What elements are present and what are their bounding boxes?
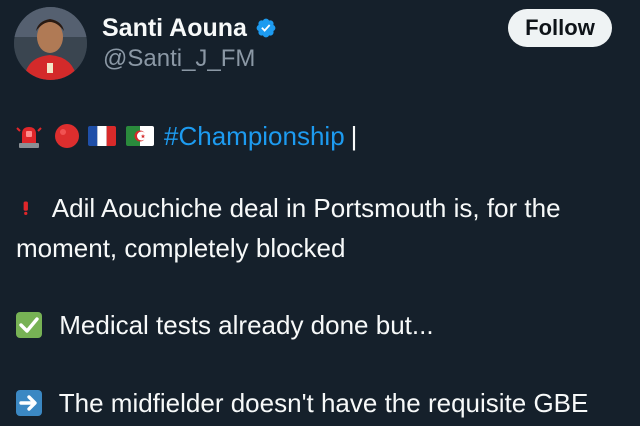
- verified-badge-icon: [256, 18, 276, 38]
- paragraph-1-text: Adil Aouchiche deal in Portsmouth is, fo…: [16, 193, 561, 263]
- author-name-row: Santi Aouna: [102, 13, 277, 43]
- check-mark-button-icon: [16, 312, 42, 338]
- tweet-card: Santi Aouna @Santi_J_FM Follow #Champion…: [0, 0, 640, 426]
- tweet-paragraph-1: Adil Aouchiche deal in Portsmouth is, fo…: [16, 188, 628, 268]
- red-circle-icon: [55, 124, 79, 148]
- france-flag-icon: [88, 126, 116, 146]
- rotating-light-icon: [16, 127, 42, 148]
- hashtag-link[interactable]: #Championship: [164, 121, 345, 152]
- paragraph-3-text: The midfielder doesn't have the requisit…: [58, 388, 589, 418]
- author-handle[interactable]: @Santi_J_FM: [103, 45, 255, 73]
- right-arrow-icon: [16, 390, 42, 416]
- paragraph-2-text: Medical tests already done but...: [59, 310, 434, 340]
- tweet-paragraph-2: Medical tests already done but...: [16, 305, 628, 345]
- tweet-header-line: #Championship |: [16, 117, 357, 155]
- algeria-flag-icon: [126, 126, 154, 146]
- exclamation-icon: [23, 201, 28, 215]
- avatar-image: [14, 7, 87, 80]
- display-name[interactable]: Santi Aouna: [102, 14, 247, 43]
- avatar[interactable]: [14, 7, 87, 80]
- follow-button[interactable]: Follow: [508, 9, 612, 47]
- separator-bar: |: [350, 120, 358, 151]
- tweet-paragraph-3: The midfielder doesn't have the requisit…: [16, 383, 628, 423]
